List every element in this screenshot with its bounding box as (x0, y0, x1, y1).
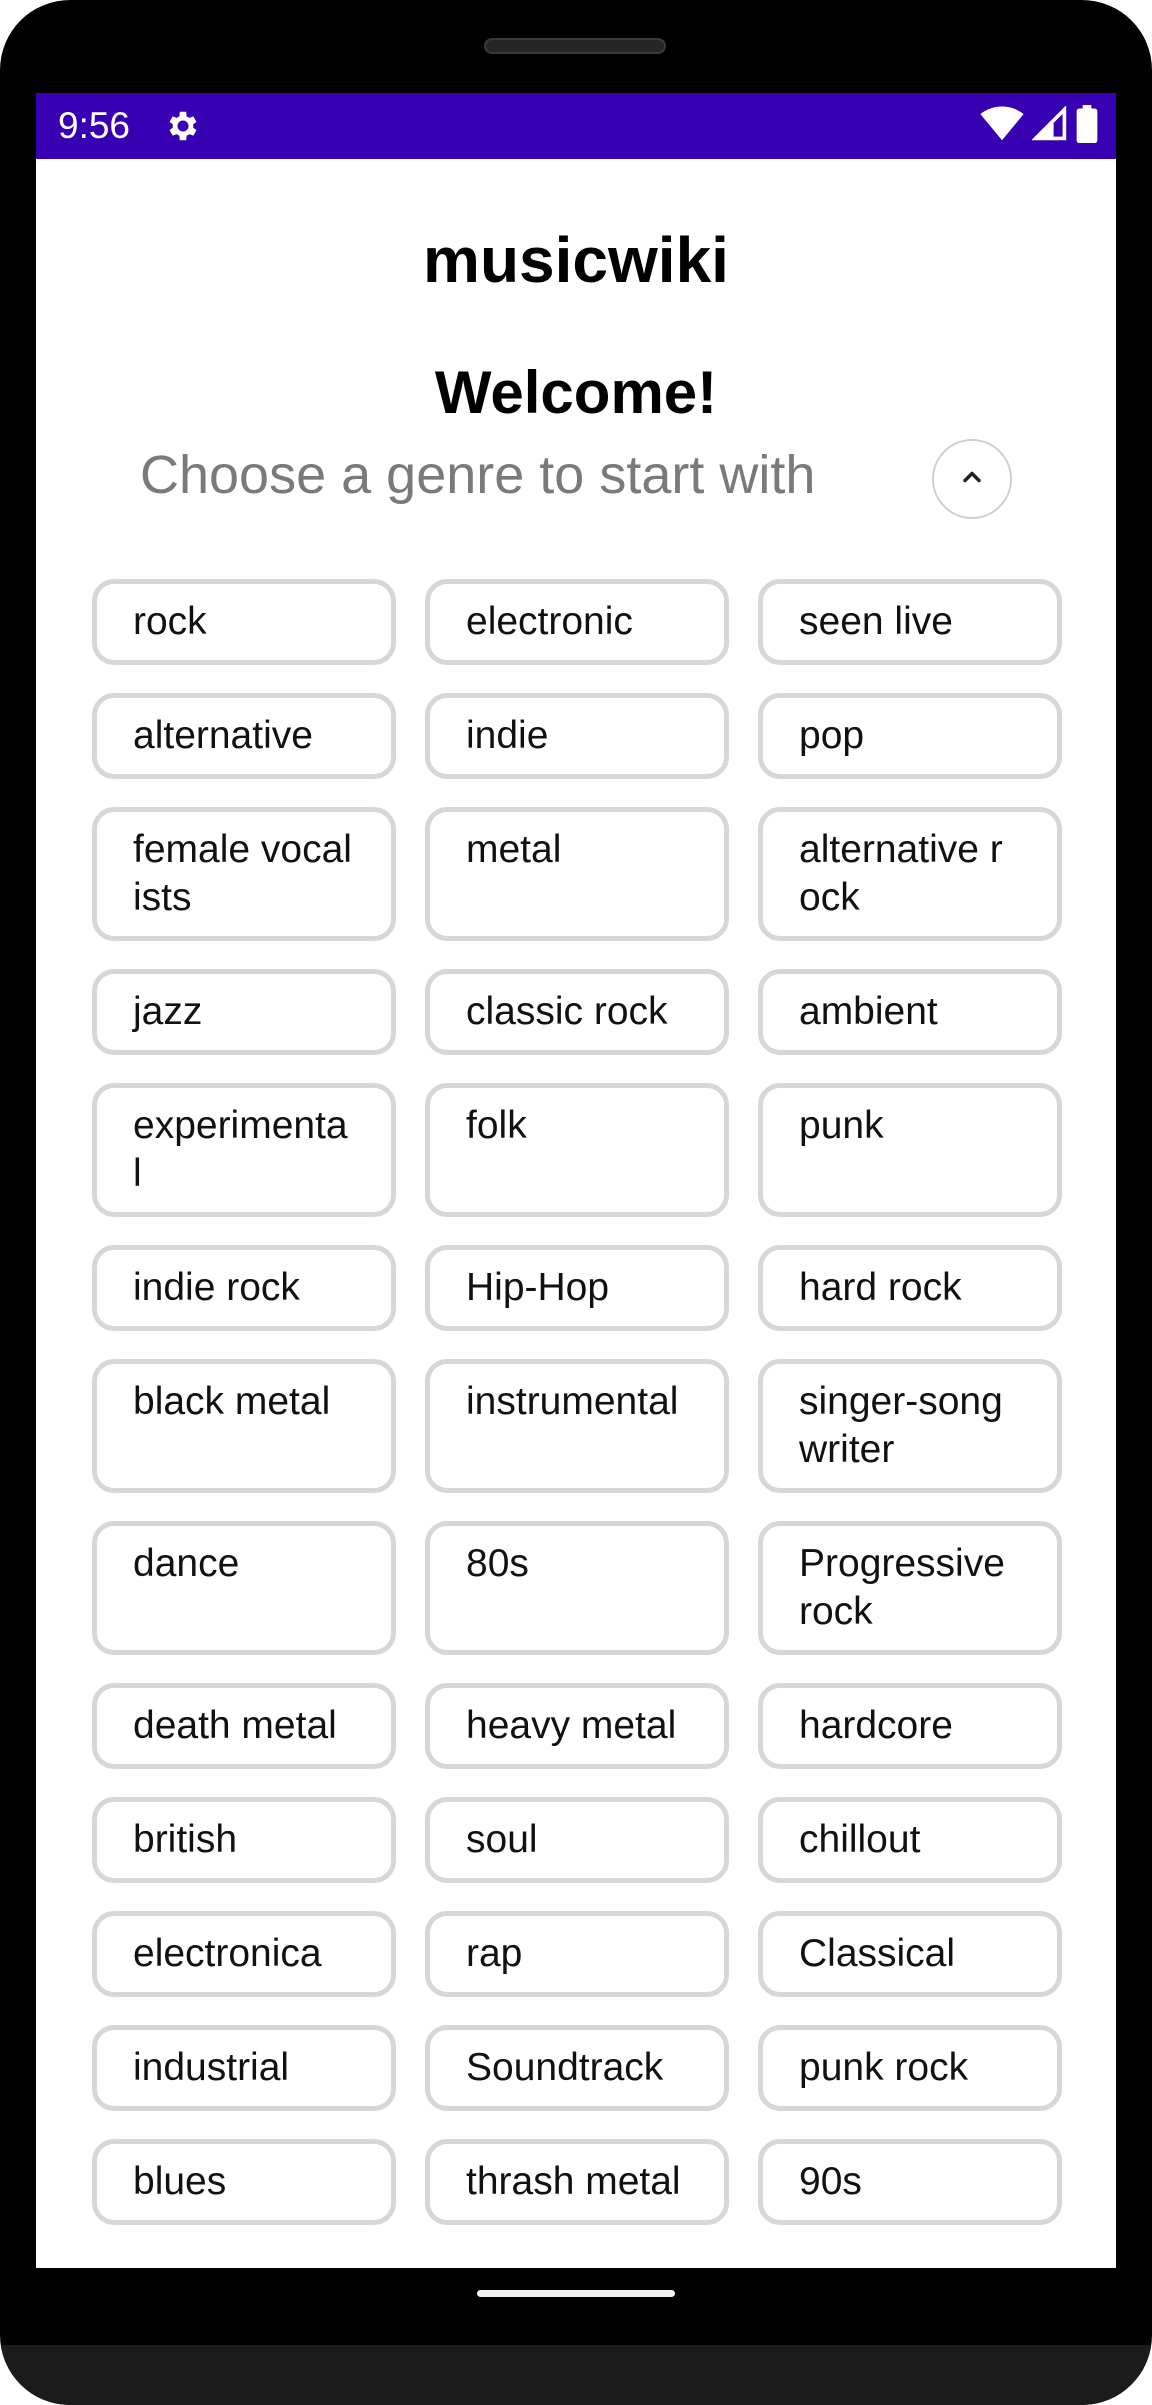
genre-chip[interactable]: alternative (92, 693, 396, 779)
earpiece-speaker (484, 38, 666, 54)
genre-chip[interactable]: classic rock (425, 969, 729, 1055)
genre-chip[interactable]: thrash metal (425, 2139, 729, 2225)
genre-prompt: Choose a genre to start with (140, 445, 816, 505)
status-indicators (980, 104, 1098, 148)
genre-chip[interactable]: 80s (425, 1521, 729, 1655)
genre-chip[interactable]: black metal (92, 1359, 396, 1493)
genre-chip[interactable]: dance (92, 1521, 396, 1655)
genre-chip[interactable]: chillout (758, 1797, 1062, 1883)
chevron-up-icon (958, 463, 986, 496)
home-gesture-handle[interactable] (477, 2290, 675, 2297)
genre-chip[interactable]: hardcore (758, 1683, 1062, 1769)
genre-chip[interactable]: rap (425, 1911, 729, 1997)
genre-chip[interactable]: folk (425, 1083, 729, 1217)
genre-chip[interactable]: Soundtrack (425, 2025, 729, 2111)
genre-chip[interactable]: soul (425, 1797, 729, 1883)
welcome-heading: Welcome! (434, 359, 718, 426)
genre-chip[interactable]: jazz (92, 969, 396, 1055)
genre-chip[interactable]: industrial (92, 2025, 396, 2111)
genre-chip[interactable]: indie (425, 693, 729, 779)
wifi-icon (980, 106, 1024, 147)
genre-chip[interactable]: hard rock (758, 1245, 1062, 1331)
gear-icon (164, 107, 202, 145)
genre-chip[interactable]: rock (92, 579, 396, 665)
genre-chip[interactable]: blues (92, 2139, 396, 2225)
genre-chip[interactable]: british (92, 1797, 396, 1883)
status-time: 9:56 (58, 105, 131, 146)
genre-chip[interactable]: punk rock (758, 2025, 1062, 2111)
genre-chip[interactable]: electronica (92, 1911, 396, 1997)
collapse-genres-button[interactable] (932, 439, 1012, 519)
battery-icon (1076, 104, 1098, 148)
bottom-bezel (0, 2345, 1152, 2405)
genre-chip[interactable]: pop (758, 693, 1062, 779)
genre-chip[interactable]: 90s (758, 2139, 1062, 2225)
genre-chip[interactable]: Hip-Hop (425, 1245, 729, 1331)
genre-chip[interactable]: ambient (758, 969, 1062, 1055)
genre-chip[interactable]: punk (758, 1083, 1062, 1217)
genre-grid: rock electronic seen live alternative indie p… (92, 579, 1064, 2225)
app-title: musicwiki (423, 224, 729, 296)
phone-frame: 9:56 musicwiki Welcome! Choose a genre t… (0, 0, 1152, 2405)
main-content: musicwiki Welcome! Choose a genre to sta… (36, 159, 1116, 2268)
status-bar: 9:56 (36, 93, 1116, 159)
genre-chip[interactable]: electronic (425, 579, 729, 665)
screen: 9:56 musicwiki Welcome! Choose a genre t… (36, 93, 1116, 2268)
signal-icon (1031, 104, 1068, 147)
genre-chip[interactable]: indie rock (92, 1245, 396, 1331)
genre-chip[interactable]: female vocalists (92, 807, 396, 941)
genre-chip[interactable]: singer-songwriter (758, 1359, 1062, 1493)
genre-chip[interactable]: heavy metal (425, 1683, 729, 1769)
genre-chip[interactable]: Classical (758, 1911, 1062, 1997)
genre-chip[interactable]: seen live (758, 579, 1062, 665)
genre-chip[interactable]: alternative rock (758, 807, 1062, 941)
genre-chip[interactable]: instrumental (425, 1359, 729, 1493)
genre-chip[interactable]: metal (425, 807, 729, 941)
genre-chip[interactable]: experimental (92, 1083, 396, 1217)
genre-chip[interactable]: Progressive rock (758, 1521, 1062, 1655)
genre-chip[interactable]: death metal (92, 1683, 396, 1769)
